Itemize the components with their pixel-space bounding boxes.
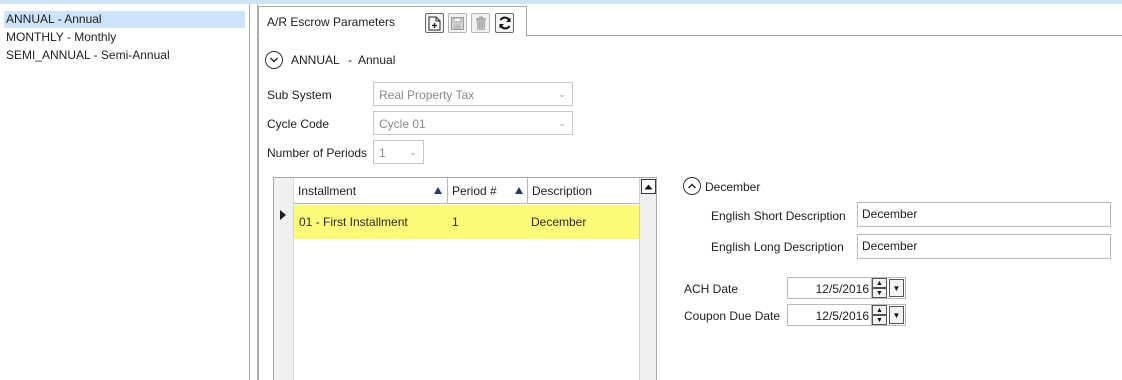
sub-system-value: Real Property Tax: [379, 88, 475, 102]
column-header-label: Description: [532, 184, 593, 198]
installments-grid: Installment Period # Description 01 - Fi…: [273, 177, 657, 380]
tab-ar-escrow-parameters[interactable]: A/R Escrow Parameters: [258, 6, 527, 37]
coupon-due-date-dropdown-button[interactable]: ▼: [889, 306, 904, 324]
triangle-down-icon: ▼: [876, 289, 883, 297]
sub-system-label: Sub System: [267, 88, 332, 102]
triangle-down-icon: ▼: [876, 316, 883, 324]
sort-ascending-icon: [434, 187, 442, 194]
coupon-due-date-label: Coupon Due Date: [684, 309, 781, 323]
coupon-due-date-picker[interactable]: 12/5/2016 ▲ ▼ ▼: [787, 304, 906, 326]
ach-date-value: 12/5/2016: [815, 282, 869, 296]
section-collapse-button[interactable]: [265, 51, 283, 69]
grid-header: Installment Period # Description: [294, 178, 656, 204]
coupon-due-date-spinner: ▲ ▼: [871, 305, 887, 325]
column-header-installment[interactable]: Installment: [294, 178, 448, 204]
chevron-up-icon: [688, 183, 696, 189]
tab-strip: A/R Escrow Parameters: [258, 4, 1122, 37]
section-header-description: Annual: [358, 53, 396, 67]
table-row[interactable]: 01 - First Installment 1 December: [294, 205, 644, 239]
section-header-separator: -: [348, 53, 352, 67]
cycle-list-item-annual[interactable]: ANNUAL - Annual: [4, 11, 245, 28]
triangle-down-icon: ▼: [892, 310, 901, 320]
chevron-down-icon: ⌄: [558, 118, 566, 128]
periods-select[interactable]: 1 ⌄: [373, 140, 424, 164]
spin-down-button[interactable]: ▼: [872, 315, 887, 325]
delete-icon: [475, 16, 486, 30]
new-document-icon: [428, 16, 441, 30]
cell-description: December: [531, 215, 587, 229]
cell-installment: 01 - First Installment: [299, 215, 408, 229]
spin-down-button[interactable]: ▼: [872, 288, 887, 298]
cycle-code-label: Cycle Code: [267, 117, 330, 131]
current-row-indicator-icon: [280, 210, 286, 220]
refresh-icon: [499, 16, 510, 30]
triangle-up-icon: ▲: [876, 306, 883, 314]
sort-ascending-icon: [515, 187, 523, 194]
long-description-label: English Long Description: [711, 240, 844, 254]
long-description-input[interactable]: December: [857, 234, 1111, 259]
grid-scrollbar[interactable]: [639, 178, 656, 380]
scroll-up-button[interactable]: [641, 179, 656, 194]
detail-collapse-button[interactable]: [683, 177, 701, 195]
column-header-description[interactable]: Description: [528, 178, 656, 204]
cycle-list: ANNUAL - Annual MONTHLY - Monthly SEMI_A…: [0, 4, 250, 380]
chevron-down-icon: [270, 57, 278, 63]
coupon-due-date-value: 12/5/2016: [815, 309, 869, 323]
short-description-input[interactable]: December: [857, 202, 1111, 227]
spin-up-button[interactable]: ▲: [872, 278, 887, 288]
column-header-label: Installment: [298, 184, 357, 198]
short-description-label: English Short Description: [711, 209, 846, 223]
grid-row-header-column: [274, 178, 294, 380]
column-header-period[interactable]: Period #: [448, 178, 528, 204]
cycle-code-select[interactable]: Cycle 01 ⌄: [373, 111, 573, 135]
cycle-code-value: Cycle 01: [379, 117, 426, 131]
periods-value: 1: [379, 146, 386, 160]
section-header-code: ANNUAL: [291, 53, 340, 67]
panel-splitter[interactable]: [250, 4, 258, 380]
cell-period: 1: [452, 215, 459, 229]
sub-system-select[interactable]: Real Property Tax ⌄: [373, 82, 573, 106]
periods-label: Number of Periods: [267, 146, 368, 160]
ach-date-dropdown-button[interactable]: ▼: [889, 279, 904, 297]
save-button[interactable]: [448, 13, 467, 33]
ach-date-label: ACH Date: [684, 282, 739, 296]
triangle-down-icon: ▼: [892, 283, 901, 293]
save-icon: [451, 16, 464, 30]
cycle-list-item-semi-annual[interactable]: SEMI_ANNUAL - Semi-Annual: [4, 47, 245, 64]
tab-title: A/R Escrow Parameters: [267, 15, 396, 29]
triangle-up-icon: [644, 184, 653, 189]
chevron-down-icon: ⌄: [558, 89, 566, 99]
column-header-label: Period #: [452, 184, 497, 198]
spin-up-button[interactable]: ▲: [872, 305, 887, 315]
ach-date-spinner: ▲ ▼: [871, 278, 887, 298]
delete-button[interactable]: [471, 13, 490, 33]
ach-date-picker[interactable]: 12/5/2016 ▲ ▼ ▼: [787, 277, 906, 299]
content-panel: ANNUAL - Annual Sub System Real Property…: [258, 37, 1122, 380]
chevron-down-icon: ⌄: [409, 147, 417, 157]
refresh-button[interactable]: [495, 13, 514, 33]
detail-header: December: [705, 180, 761, 194]
cycle-list-item-monthly[interactable]: MONTHLY - Monthly: [4, 29, 245, 46]
new-button[interactable]: [425, 13, 444, 33]
triangle-up-icon: ▲: [876, 279, 883, 287]
